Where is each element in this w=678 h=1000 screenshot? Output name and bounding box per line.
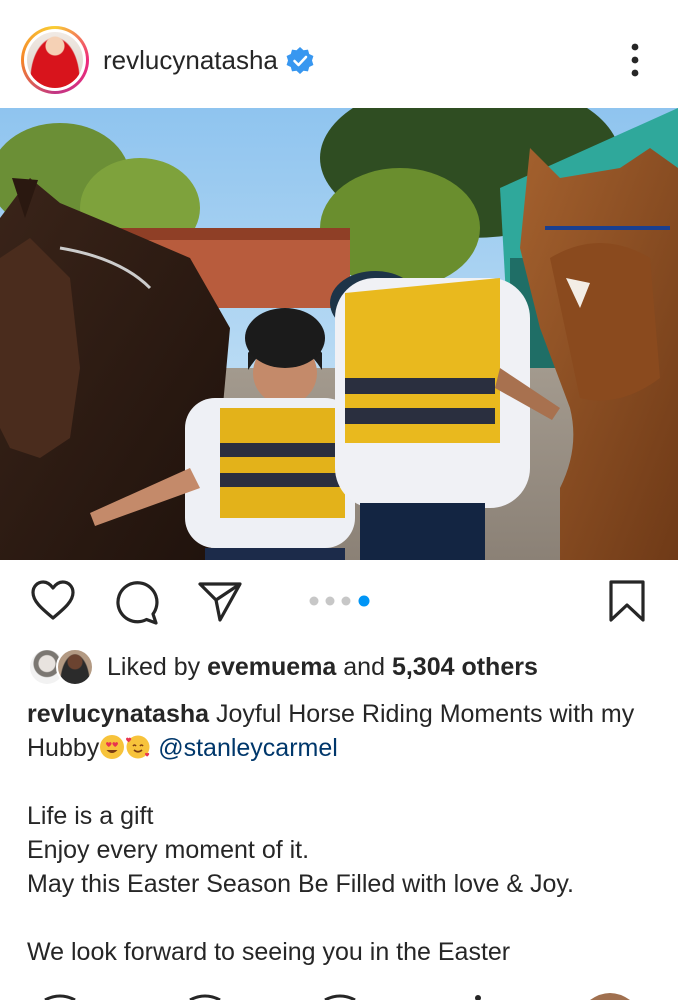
post-photo-illustration (0, 108, 678, 560)
post-photo[interactable] (0, 108, 678, 560)
likes-count[interactable]: 5,304 others (392, 653, 538, 681)
more-vertical-icon[interactable] (620, 40, 650, 80)
caption-text: Joyful Horse Riding Moments with my (216, 700, 635, 728)
smiling-face-with-hearts-icon (126, 735, 150, 759)
bookmark-icon[interactable] (603, 577, 651, 625)
next-row-partial (44, 993, 630, 1000)
send-icon[interactable] (196, 578, 244, 626)
caption-text-2: Hubby (27, 734, 100, 762)
likes-prefix: Liked by (107, 653, 201, 681)
heart-icon[interactable] (29, 577, 77, 625)
likes-summary[interactable]: Liked by evemuema and 5,304 others (107, 652, 538, 682)
caption-line: Life is a gift (27, 802, 154, 830)
post-caption: revlucynatasha Joyful Horse Riding Momen… (27, 697, 667, 969)
caption-line: Enjoy every moment of it. (27, 836, 310, 864)
likes-conjunction: and (343, 653, 385, 681)
caption-author[interactable]: revlucynatasha (27, 700, 209, 728)
caption-line: May this Easter Season Be Filled with lo… (27, 870, 574, 898)
author-avatar[interactable] (21, 26, 89, 94)
liker-avatars[interactable] (28, 648, 94, 686)
carousel-indicator (309, 595, 370, 607)
post-header: revlucynatasha (0, 0, 678, 108)
liker-avatar (56, 648, 94, 686)
comment-icon[interactable] (112, 578, 160, 626)
caption-mention[interactable]: @stanleycarmel (158, 734, 338, 762)
first-liker[interactable]: evemuema (207, 653, 336, 681)
verified-badge-icon (286, 47, 314, 74)
caption-line: We look forward to seeing you in the Eas… (27, 938, 511, 966)
heart-eyes-emoji-icon (100, 735, 125, 759)
author-username[interactable]: revlucynatasha (103, 44, 278, 76)
